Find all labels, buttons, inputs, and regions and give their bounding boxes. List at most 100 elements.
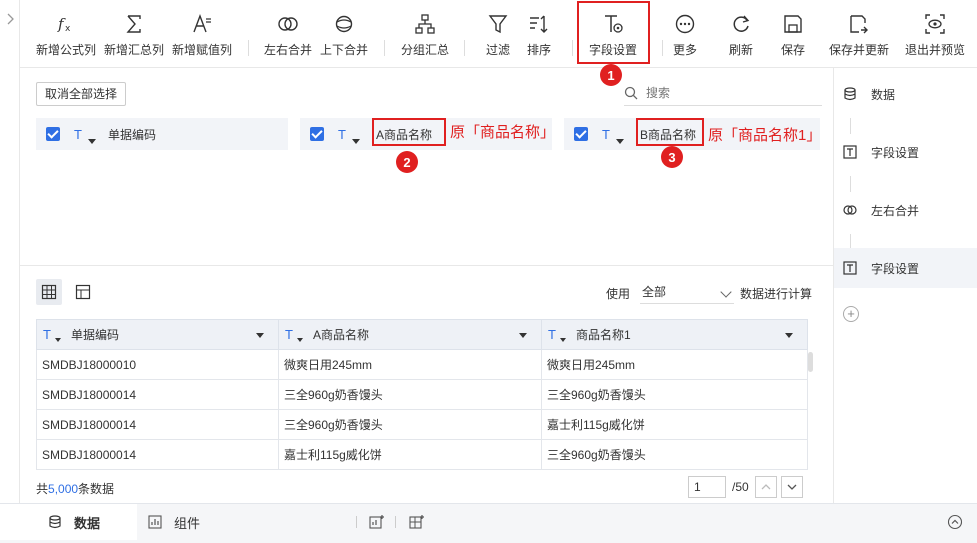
rename-highlight-a bbox=[372, 118, 446, 146]
toolbar-separator bbox=[464, 40, 465, 56]
table-scrollbar[interactable] bbox=[807, 349, 815, 461]
scrollbar-thumb[interactable] bbox=[808, 352, 813, 372]
column-menu-icon[interactable] bbox=[785, 333, 793, 338]
database-icon bbox=[843, 87, 857, 101]
save-update-icon bbox=[847, 12, 871, 36]
table-row: SMDBJ18000014 三全960g奶香馒头 嘉士利115g威化饼 bbox=[36, 409, 808, 440]
filter-icon bbox=[486, 12, 510, 36]
text-type-icon[interactable]: T bbox=[74, 127, 96, 144]
filter-button[interactable]: 过滤 bbox=[476, 0, 520, 66]
preview-area: 使用 全部 数据进行计算 T 单据编码 T A商品名称 T 商品名称1 SMDBJ18… bbox=[20, 266, 833, 503]
exit-and-preview-button[interactable]: 退出并预览 bbox=[903, 0, 967, 66]
next-page-button[interactable] bbox=[780, 476, 803, 498]
text-type-icon: T bbox=[285, 327, 303, 342]
formula-icon: fx bbox=[54, 12, 78, 36]
preview-table: T 单据编码 T A商品名称 T 商品名称1 SMDBJ18000010 微爽日用245… bbox=[36, 319, 808, 470]
step-panel: 数据 字段设置 左右合并 字段设置 + bbox=[833, 68, 977, 503]
layout-view-button[interactable] bbox=[70, 279, 96, 305]
column-header[interactable]: T A商品名称 bbox=[278, 319, 542, 350]
sort-button[interactable]: 排序 bbox=[517, 0, 561, 66]
deselect-all-button[interactable]: 取消全部选择 bbox=[36, 82, 127, 106]
caret-down-icon bbox=[616, 138, 624, 144]
layout-icon bbox=[75, 284, 91, 300]
sort-icon bbox=[527, 12, 551, 36]
field-checkbox[interactable] bbox=[574, 127, 588, 141]
search-icon bbox=[624, 86, 638, 99]
search-input[interactable] bbox=[646, 85, 806, 100]
text-type-icon: T bbox=[548, 327, 566, 342]
column-menu-icon[interactable] bbox=[256, 333, 264, 338]
caret-down-icon bbox=[88, 138, 96, 144]
field-settings-icon bbox=[843, 261, 857, 275]
grid-icon bbox=[41, 284, 57, 300]
toolbar-separator bbox=[248, 40, 249, 56]
merge-up-down-button[interactable]: 上下合并 bbox=[314, 0, 374, 66]
merge-ud-icon bbox=[332, 12, 356, 36]
column-header[interactable]: T 单据编码 bbox=[36, 319, 279, 350]
annotation-badge-3: 3 bbox=[661, 146, 683, 168]
more-button[interactable]: 更多 bbox=[663, 0, 707, 66]
chevron-right-icon[interactable] bbox=[5, 12, 15, 26]
sigma-icon bbox=[122, 12, 146, 36]
bottom-separator bbox=[356, 516, 357, 528]
step-field-settings[interactable]: 字段设置 bbox=[834, 132, 977, 172]
step-field-settings-active[interactable]: 字段设置 bbox=[834, 248, 977, 288]
annotation-badge-2: 2 bbox=[396, 151, 418, 173]
merge-left-right-button[interactable]: 左右合并 bbox=[258, 0, 318, 66]
save-and-update-button[interactable]: 保存并更新 bbox=[826, 0, 892, 66]
chevron-up-icon bbox=[761, 484, 771, 490]
tab-components[interactable]: 组件 bbox=[148, 504, 228, 540]
pager: /50 bbox=[688, 476, 803, 498]
database-icon bbox=[48, 515, 62, 529]
annotation-note-b: 原「商品名称1」 bbox=[708, 127, 822, 144]
field-card-bill-code[interactable]: T 单据编码 bbox=[36, 118, 288, 150]
chevron-down-icon bbox=[787, 484, 797, 490]
add-step-icon[interactable]: + bbox=[843, 306, 859, 322]
toolbar-separator bbox=[384, 40, 385, 56]
svg-text:x: x bbox=[65, 24, 71, 34]
bottom-bar: 数据 组件 bbox=[0, 503, 977, 543]
field-search bbox=[624, 80, 822, 106]
step-data[interactable]: 数据 bbox=[834, 74, 977, 114]
table-row: SMDBJ18000014 三全960g奶香馒头 三全960g奶香馒头 bbox=[36, 379, 808, 410]
refresh-button[interactable]: 刷新 bbox=[719, 0, 763, 66]
save-icon bbox=[781, 12, 805, 36]
page-input[interactable] bbox=[688, 476, 726, 498]
chevron-down-icon bbox=[720, 286, 732, 298]
table-header-row: T 单据编码 T A商品名称 T 商品名称1 bbox=[36, 319, 808, 350]
add-formula-column-button[interactable]: fx 新增公式列 bbox=[34, 0, 98, 66]
text-type-icon: T bbox=[43, 327, 61, 342]
field-settings-highlight bbox=[577, 1, 650, 64]
toolbar-separator bbox=[572, 40, 573, 56]
column-menu-icon[interactable] bbox=[519, 333, 527, 338]
group-summary-button[interactable]: 分组汇总 bbox=[395, 0, 455, 66]
table-row: SMDBJ18000010 微爽日用245mm 微爽日用245mm bbox=[36, 349, 808, 380]
tab-data[interactable]: 数据 bbox=[0, 504, 137, 540]
add-summary-column-button[interactable]: 新增汇总列 bbox=[102, 0, 166, 66]
collapse-up-icon[interactable] bbox=[947, 514, 963, 530]
text-type-icon[interactable]: T bbox=[602, 127, 624, 144]
grid-view-button[interactable] bbox=[36, 279, 62, 305]
refresh-icon bbox=[729, 12, 753, 36]
caret-down-icon bbox=[352, 138, 360, 144]
field-checkbox[interactable] bbox=[46, 127, 60, 141]
text-type-icon[interactable]: T bbox=[338, 127, 360, 144]
add-chart-icon[interactable] bbox=[369, 514, 385, 530]
chart-icon bbox=[148, 515, 162, 529]
table-row: SMDBJ18000014 嘉士利115g威化饼 三全960g奶香馒头 bbox=[36, 439, 808, 470]
column-header[interactable]: T 商品名称1 bbox=[541, 319, 808, 350]
annotation-note-a: 原「商品名称」 bbox=[450, 124, 556, 141]
prev-page-button[interactable] bbox=[754, 476, 777, 498]
add-component-icon[interactable] bbox=[409, 514, 425, 530]
step-merge-left-right[interactable]: 左右合并 bbox=[834, 190, 977, 230]
field-checkbox[interactable] bbox=[310, 127, 324, 141]
save-button[interactable]: 保存 bbox=[771, 0, 815, 66]
add-assign-column-button[interactable]: 新增赋值列 bbox=[170, 0, 234, 66]
left-collapse-strip bbox=[0, 0, 20, 503]
bottom-separator bbox=[395, 516, 396, 528]
exit-preview-icon bbox=[923, 12, 947, 36]
toolbar: fx 新增公式列 新增汇总列 新增赋值列 左右合并 上下合并 分组汇总 过滤 排… bbox=[20, 0, 977, 68]
field-config-area: 取消全部选择 T 单据编码 T A商品名称 T B商品名称 原「商品名称」 2 … bbox=[20, 68, 833, 266]
scope-select[interactable]: 全部 bbox=[640, 280, 734, 304]
more-icon bbox=[673, 12, 697, 36]
